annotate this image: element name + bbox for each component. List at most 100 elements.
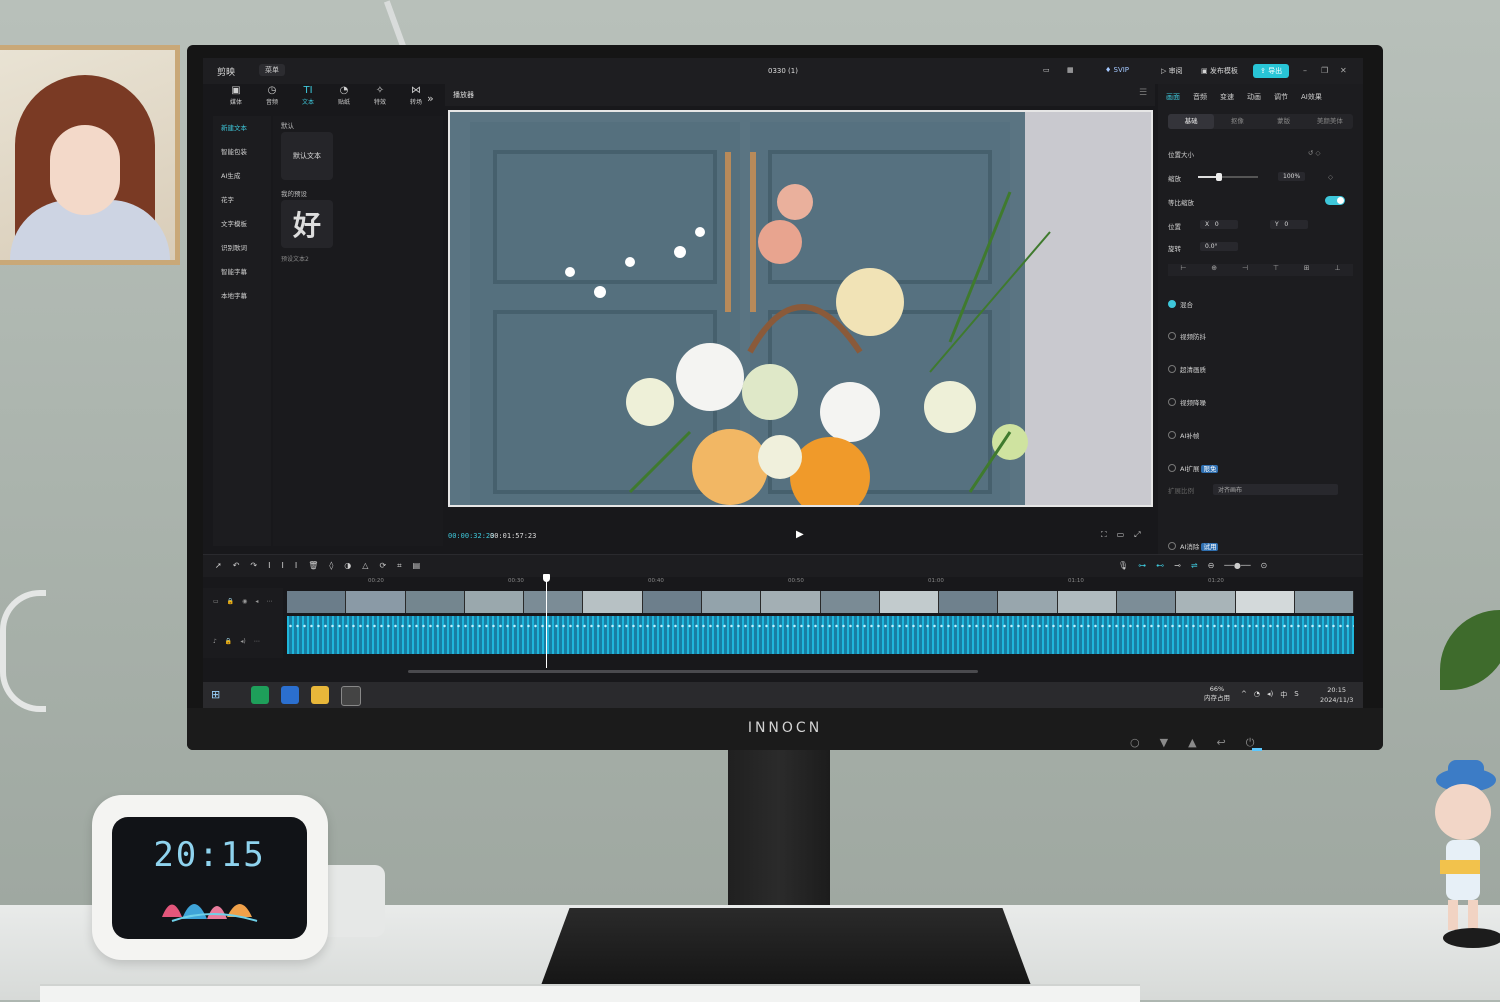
- split-right-icon[interactable]: Ⅰ: [295, 561, 297, 571]
- video-track-clip[interactable]: [287, 591, 1354, 613]
- audio-track-waveform[interactable]: [287, 616, 1354, 654]
- marker-icon[interactable]: ◊: [329, 561, 333, 571]
- monitor-down-icon[interactable]: ▼: [1160, 736, 1168, 750]
- denoise-checkbox[interactable]: [1168, 398, 1176, 406]
- nav-lyrics[interactable]: 识别歌词: [221, 242, 269, 252]
- align-bottom-icon[interactable]: ⊥: [1334, 264, 1340, 276]
- align-left-icon[interactable]: ⊢: [1180, 264, 1186, 276]
- network-icon[interactable]: ◔: [1254, 690, 1260, 700]
- scale-value[interactable]: 100%: [1278, 172, 1306, 181]
- scale-keyframe-icon[interactable]: ◇: [1328, 173, 1333, 181]
- export-button[interactable]: ⇪ 导出: [1253, 64, 1290, 78]
- monitor-up-icon[interactable]: ▲: [1188, 736, 1196, 750]
- blend-checkbox[interactable]: [1168, 300, 1176, 308]
- monitor-menu-icon[interactable]: ○: [1130, 736, 1140, 750]
- nav-auto-caption[interactable]: 智能字幕: [221, 266, 269, 276]
- redo-icon[interactable]: ↷: [250, 561, 257, 571]
- tool-effects[interactable]: ✧ 特效: [367, 84, 393, 116]
- timeline-scrollbar[interactable]: [408, 670, 978, 673]
- play-icon[interactable]: ▶: [796, 529, 804, 540]
- player-menu-icon[interactable]: ☰: [1139, 88, 1147, 98]
- close-icon[interactable]: ✕: [1340, 66, 1347, 75]
- scale-slider-knob[interactable]: [1216, 173, 1222, 181]
- minimize-icon[interactable]: –: [1303, 66, 1307, 75]
- reset-icon[interactable]: ↺ ◇: [1308, 149, 1321, 157]
- rotate-value[interactable]: 0.0°: [1200, 242, 1238, 251]
- nav-new-text[interactable]: 新建文本: [221, 122, 269, 132]
- lock-icon[interactable]: 🔒: [227, 598, 234, 605]
- tool-text[interactable]: TI 文本: [295, 84, 321, 116]
- volume-icon[interactable]: ◂): [240, 638, 245, 645]
- rotate-icon[interactable]: ⟳: [379, 561, 386, 571]
- caption-icon[interactable]: ▤: [413, 561, 421, 571]
- hd-checkbox[interactable]: [1168, 365, 1176, 373]
- magnet-icon[interactable]: ⊶: [1138, 561, 1146, 570]
- subtab-matting[interactable]: 抠像: [1214, 114, 1260, 129]
- nav-ai-generate[interactable]: AI生成: [221, 170, 269, 180]
- restore-icon[interactable]: ❐: [1321, 66, 1328, 75]
- nav-text-template[interactable]: 文字模板: [221, 218, 269, 228]
- menu-button[interactable]: 菜单: [259, 64, 285, 76]
- position-y-field[interactable]: Y 0: [1270, 220, 1308, 229]
- tab-picture[interactable]: 画面: [1166, 92, 1180, 102]
- more-icon[interactable]: ⋯: [266, 598, 272, 605]
- tool-audio[interactable]: ◷ 音频: [259, 84, 285, 116]
- more-tools-icon[interactable]: »: [427, 92, 434, 105]
- tab-speed[interactable]: 变速: [1220, 92, 1234, 102]
- subtab-beauty[interactable]: 美颜美体: [1307, 114, 1353, 129]
- align-right-icon[interactable]: ⊣: [1242, 264, 1248, 276]
- zoom-slider[interactable]: ──●──: [1224, 561, 1250, 570]
- publish-template-button[interactable]: ▣ 发布模板: [1201, 66, 1238, 76]
- ime-indicator[interactable]: 中: [1280, 690, 1287, 700]
- playhead[interactable]: [546, 576, 547, 668]
- preset-card[interactable]: 好: [281, 200, 333, 248]
- stabilize-checkbox[interactable]: [1168, 332, 1176, 340]
- subtab-mask[interactable]: 蒙版: [1261, 114, 1307, 129]
- taskbar-clock[interactable]: 20:15 2024/11/3: [1320, 685, 1353, 705]
- zoom-fit-icon[interactable]: ⊙: [1261, 561, 1268, 570]
- tool-app-icon[interactable]: [281, 686, 299, 704]
- zoom-out-icon[interactable]: ⊖: [1208, 561, 1215, 570]
- align-top-icon[interactable]: ⊤: [1273, 264, 1279, 276]
- monitor-back-icon[interactable]: ↩: [1217, 736, 1226, 750]
- nav-local-caption[interactable]: 本地字幕: [221, 290, 269, 300]
- uniform-scale-toggle[interactable]: [1325, 196, 1345, 205]
- memory-usage[interactable]: 66% 内存占用: [1204, 685, 1230, 703]
- default-text-card[interactable]: 默认文本: [281, 132, 333, 180]
- expand-ratio-select[interactable]: 对齐画布: [1213, 484, 1338, 495]
- review-button[interactable]: ▷ 审阅: [1161, 66, 1183, 76]
- capcut-app-icon[interactable]: [341, 686, 361, 706]
- tab-audio[interactable]: 音频: [1193, 92, 1207, 102]
- link-icon[interactable]: ⊷: [1156, 561, 1164, 570]
- tool-transition[interactable]: ⋈ 转场: [403, 84, 429, 116]
- snap-icon[interactable]: ⇌: [1191, 561, 1198, 570]
- ai-fill-checkbox[interactable]: [1168, 431, 1176, 439]
- tab-ai-effects[interactable]: AI效果: [1301, 92, 1322, 102]
- subtab-basic[interactable]: 基础: [1168, 114, 1215, 129]
- crop-icon[interactable]: ⌗: [397, 561, 402, 571]
- mute-icon[interactable]: ◂: [255, 598, 258, 605]
- align-middle-icon[interactable]: ⊞: [1304, 264, 1310, 276]
- tab-animation[interactable]: 动画: [1247, 92, 1261, 102]
- track-cover-icon[interactable]: ▭: [213, 598, 219, 605]
- ratio-icon[interactable]: ▭: [1117, 530, 1125, 540]
- svip-badge[interactable]: ♦ SVIP: [1105, 66, 1129, 74]
- more-icon[interactable]: ⋯: [254, 638, 260, 645]
- delete-icon[interactable]: 🗑: [308, 561, 318, 571]
- ai-remove-checkbox[interactable]: [1168, 542, 1176, 550]
- nav-smart-pack[interactable]: 智能包装: [221, 146, 269, 156]
- position-x-field[interactable]: X 0: [1200, 220, 1238, 229]
- monitor-buttons[interactable]: ○ ▼ ▲ ↩ ⏻: [1130, 736, 1254, 750]
- video-preview[interactable]: [448, 110, 1153, 507]
- split-icon[interactable]: Ⅰ: [268, 561, 270, 571]
- volume-icon[interactable]: ◂): [1267, 690, 1273, 700]
- tool-sticker[interactable]: ◔ 贴纸: [331, 84, 357, 116]
- undo-icon[interactable]: ↶: [233, 561, 240, 571]
- preview-axis-icon[interactable]: ⊸: [1174, 561, 1181, 570]
- split-left-icon[interactable]: Ⅰ: [281, 561, 283, 571]
- file-explorer-icon[interactable]: [311, 686, 329, 704]
- align-center-icon[interactable]: ⊕: [1211, 264, 1217, 276]
- browser-app-icon[interactable]: [251, 686, 269, 704]
- timeline-ruler[interactable]: 00:20 00:30 00:40 00:50 01:00 01:10 01:2…: [283, 576, 1363, 588]
- scale-slider[interactable]: [1198, 173, 1258, 181]
